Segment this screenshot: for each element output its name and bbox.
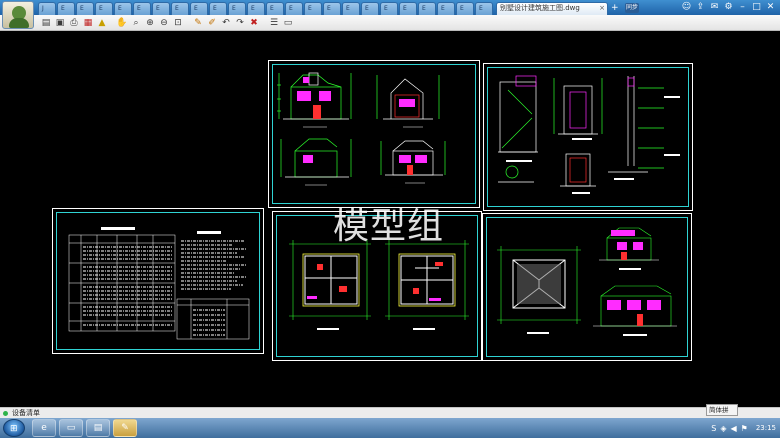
tab-file-4[interactable]: E	[95, 2, 113, 15]
tab-active-drawing[interactable]: 别墅设计建筑施工图.dwg ×	[496, 2, 608, 15]
settings-icon[interactable]: ⚙	[723, 2, 734, 13]
tab-file-17[interactable]: E	[342, 2, 360, 15]
windows-logo-icon: ⊞	[10, 424, 18, 434]
flag-icon[interactable]: ⚑	[741, 424, 748, 433]
tab-file-5[interactable]: E	[114, 2, 132, 15]
share-icon[interactable]: ⇪	[695, 2, 706, 13]
zoom-out-icon[interactable]: ⊖	[158, 17, 170, 29]
tab-file-3[interactable]: E	[76, 2, 94, 15]
print-icon[interactable]: ⎙	[68, 17, 80, 29]
tab-file-22[interactable]: E	[437, 2, 455, 15]
tab-file-2[interactable]: E	[57, 2, 75, 15]
tab-file-19[interactable]: E	[380, 2, 398, 15]
tab-file-11[interactable]: E	[228, 2, 246, 15]
window-controls: ☺ ⇪ ✉ ⚙ – □ ✕	[681, 1, 776, 14]
tab-file-24[interactable]: E	[475, 2, 493, 15]
volume-icon[interactable]: ◀	[730, 424, 736, 433]
tab-file-21[interactable]: E	[418, 2, 436, 15]
detail-drawings	[498, 75, 680, 194]
export-icon[interactable]: ▦	[82, 17, 94, 29]
sheet-roof-plan[interactable]	[482, 213, 692, 361]
zoom-window-icon[interactable]: ⌕	[130, 17, 142, 29]
toolbar: ▤ ▣ ⎙ ▦ ▲ ✋ ⌕ ⊕ ⊖ ⊡ ✎ ✐ ↶ ↷ ✖ ☰ ▭	[0, 15, 780, 31]
window-close-icon[interactable]: ✕	[765, 2, 776, 13]
tab-file-13[interactable]: E	[266, 2, 284, 15]
app-logo[interactable]	[2, 1, 34, 29]
folder-icon[interactable]: ▭	[59, 419, 83, 437]
add-tab-icon[interactable]: +	[611, 3, 623, 14]
tab-file-15[interactable]: E	[304, 2, 322, 15]
media-icon[interactable]: ▤	[86, 419, 110, 437]
system-tray: S ◈ ◀ ⚑ 23:15	[711, 418, 780, 438]
sheet-frame	[486, 217, 688, 357]
drawing-canvas[interactable]: 模型组	[0, 32, 780, 407]
view-icon[interactable]: ▭	[282, 17, 294, 29]
cad-viewer-icon[interactable]: ✎	[113, 419, 137, 437]
explorer-icon[interactable]: e	[32, 419, 56, 437]
marker-icon[interactable]: ✐	[206, 17, 218, 29]
sheet-elevations[interactable]	[268, 60, 480, 208]
open-icon[interactable]: ▤	[40, 17, 52, 29]
avatar-body	[9, 18, 29, 28]
maximize-icon[interactable]: □	[751, 2, 762, 13]
user-icon[interactable]: ☺	[681, 2, 692, 13]
tab-file-1[interactable]: J	[38, 2, 56, 15]
tab-file-10[interactable]: E	[209, 2, 227, 15]
cad-viewer-window: J E E E E E E E E E E E E E E E E E E E …	[0, 0, 780, 438]
sheet-frame	[487, 67, 689, 207]
tab-file-20[interactable]: E	[399, 2, 417, 15]
notes-drawing	[68, 227, 250, 340]
tab-file-18[interactable]: E	[361, 2, 379, 15]
delete-icon[interactable]: ✖	[248, 17, 260, 29]
tab-file-7[interactable]: E	[152, 2, 170, 15]
tab-file-9[interactable]: E	[190, 2, 208, 15]
sheet-design-notes[interactable]	[52, 208, 264, 354]
tab-file-23[interactable]: E	[456, 2, 474, 15]
status-bar: 设备清单	[0, 407, 780, 418]
status-dot-icon	[3, 411, 8, 416]
pan-icon[interactable]: ✋	[116, 17, 128, 29]
close-icon[interactable]: ×	[599, 3, 605, 14]
clock[interactable]: 23:15	[756, 424, 776, 432]
tab-bar: J E E E E E E E E E E E E E E E E E E E …	[0, 0, 780, 15]
sheet-details[interactable]	[483, 63, 693, 211]
lock-icon[interactable]: ▲	[96, 17, 108, 29]
tab-file-16[interactable]: E	[323, 2, 341, 15]
roof-drawings	[497, 227, 677, 336]
minimize-icon[interactable]: –	[737, 2, 748, 13]
tab-active-label: 别墅设计建筑施工图.dwg	[500, 4, 580, 12]
tab-file-12[interactable]: E	[247, 2, 265, 15]
watermark-text: 模型组	[333, 206, 445, 247]
layers-icon[interactable]: ☰	[268, 17, 280, 29]
message-icon[interactable]: ✉	[709, 2, 720, 13]
taskbar: ⊞ e ▭ ▤ ✎ S ◈ ◀ ⚑ 23:15	[0, 418, 780, 438]
tab-file-14[interactable]: E	[285, 2, 303, 15]
save-icon[interactable]: ▣	[54, 17, 66, 29]
sheet-frame	[56, 212, 260, 350]
tab-file-8[interactable]: E	[171, 2, 189, 15]
input-method-icon[interactable]: S	[711, 424, 716, 433]
network-icon[interactable]: ◈	[720, 424, 726, 433]
sheet-frame	[272, 64, 476, 204]
undo-icon[interactable]: ↶	[220, 17, 232, 29]
language-bar[interactable]: 简体拼	[706, 404, 738, 416]
redo-icon[interactable]: ↷	[234, 17, 246, 29]
elevation-drawings	[277, 72, 446, 186]
pencil-icon[interactable]: ✎	[192, 17, 204, 29]
start-button[interactable]: ⊞	[3, 419, 25, 437]
zoom-extents-icon[interactable]: ⊡	[172, 17, 184, 29]
tab-file-6[interactable]: E	[133, 2, 151, 15]
zoom-in-icon[interactable]: ⊕	[144, 17, 156, 29]
sync-button[interactable]: 同步	[625, 3, 639, 13]
